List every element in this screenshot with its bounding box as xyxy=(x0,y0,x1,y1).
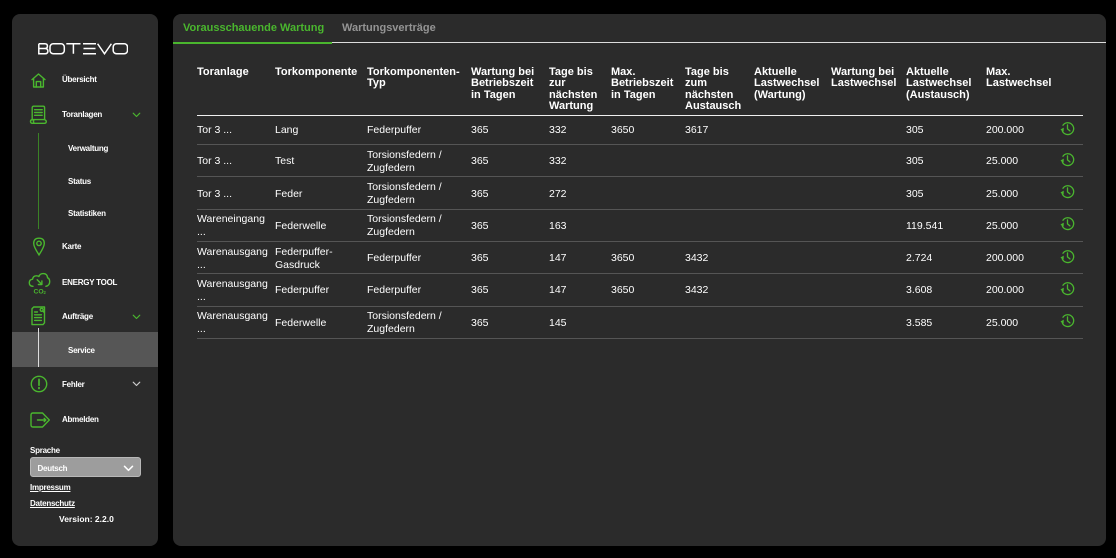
svg-text:2: 2 xyxy=(44,290,47,295)
svg-text:CO: CO xyxy=(34,288,44,295)
